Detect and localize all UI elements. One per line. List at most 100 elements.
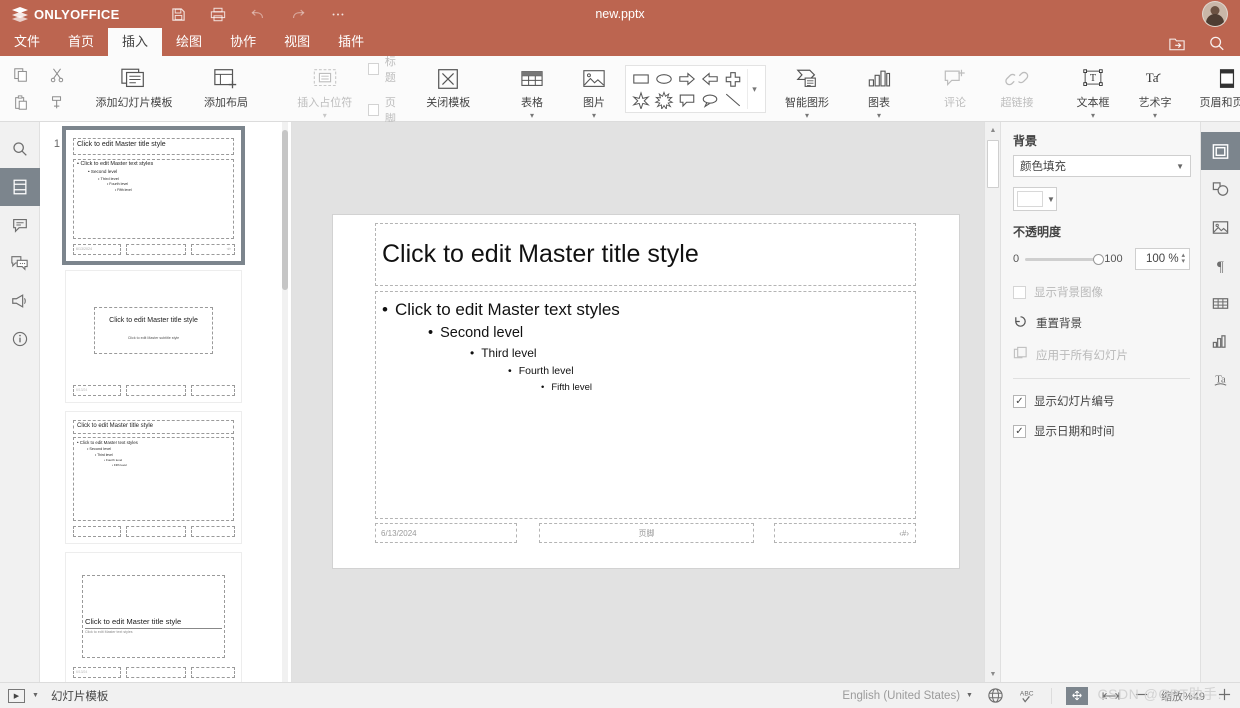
outline-level-2[interactable]: • Second level: [428, 325, 909, 341]
show-date-time-checkbox[interactable]: ✓: [1013, 425, 1026, 438]
slide-canvas[interactable]: Click to edit Master title style • Click…: [292, 122, 1000, 682]
sidebar-item-slides[interactable]: [0, 168, 40, 206]
show-background-image-checkbox[interactable]: [1013, 286, 1026, 299]
add-layout-button[interactable]: 添加布局: [180, 58, 272, 120]
spell-check-icon[interactable]: ABC: [1018, 687, 1037, 704]
right-sidebar-item-table-settings[interactable]: [1201, 284, 1240, 322]
zoom-in-button[interactable]: [1217, 688, 1232, 704]
more-icon[interactable]: [328, 4, 348, 24]
hyperlink-button[interactable]: 超链接: [986, 58, 1048, 120]
start-slideshow-button[interactable]: ▶: [8, 689, 25, 703]
print-icon[interactable]: [208, 4, 228, 24]
sidebar-item-chat[interactable]: [0, 244, 40, 282]
apply-to-all-slides-button[interactable]: 应用于所有幻灯片: [1013, 346, 1190, 364]
outline-level-3[interactable]: • Third level: [470, 346, 909, 360]
footer-center-placeholder[interactable]: 页脚: [539, 523, 754, 543]
open-file-location-icon[interactable]: [1168, 36, 1186, 52]
image-button[interactable]: 图片 ▾: [563, 58, 625, 120]
footer-checkbox-row[interactable]: 页脚: [368, 94, 406, 126]
redo-icon[interactable]: [288, 4, 308, 24]
right-sidebar-item-text-art-settings[interactable]: Ta: [1201, 360, 1240, 398]
thumbnails-scrollbar-thumb[interactable]: [282, 130, 288, 290]
reset-background-button[interactable]: 重置背景: [1013, 314, 1190, 332]
right-sidebar-item-image-settings[interactable]: [1201, 208, 1240, 246]
show-date-time-row[interactable]: ✓ 显示日期和时间: [1013, 423, 1190, 439]
tab-collaboration[interactable]: 协作: [216, 28, 270, 56]
thumbnail-row[interactable]: Click to edit Master title style • Click…: [66, 412, 291, 543]
slide-body-placeholder[interactable]: • Click to edit Master text styles • Sec…: [375, 291, 916, 519]
smartart-button[interactable]: 智能图形 ▾: [766, 58, 848, 120]
opacity-slider-handle[interactable]: [1093, 254, 1104, 265]
thumbnail-row[interactable]: Click to edit Master title style Click t…: [66, 271, 291, 402]
insert-placeholder-button[interactable]: 插入占位符 ▾: [286, 58, 364, 120]
title-checkbox-row[interactable]: 标题: [368, 53, 406, 85]
shapes-gallery[interactable]: ▾: [625, 65, 766, 113]
thumbnail-slide-4[interactable]: Click to edit Master title style Click t…: [66, 553, 241, 682]
table-button[interactable]: 表格 ▾: [501, 58, 563, 120]
thumbnail-slide-2[interactable]: Click to edit Master title style Click t…: [66, 271, 241, 402]
footer-date-placeholder[interactable]: 6/13/2024: [375, 523, 517, 543]
cut-icon[interactable]: [46, 64, 68, 86]
text-box-button[interactable]: T 文本框 ▾: [1062, 58, 1124, 120]
tab-file[interactable]: 文件: [0, 28, 54, 56]
opacity-spinner[interactable]: 100 % ▴▾: [1135, 248, 1190, 270]
outline-level-1[interactable]: • Click to edit Master text styles: [382, 300, 909, 320]
opacity-slider[interactable]: [1025, 258, 1098, 261]
comment-button[interactable]: 评论: [924, 58, 986, 120]
search-icon[interactable]: [1208, 35, 1226, 52]
fit-to-slide-button[interactable]: [1066, 687, 1088, 705]
right-sidebar-item-shape-settings[interactable]: [1201, 170, 1240, 208]
background-color-picker[interactable]: ▼: [1013, 187, 1057, 211]
show-background-image-row[interactable]: 显示背景图像: [1013, 284, 1190, 300]
tab-draw[interactable]: 绘图: [162, 28, 216, 56]
chart-button[interactable]: 图表 ▾: [848, 58, 910, 120]
set-document-language-icon[interactable]: [987, 687, 1004, 704]
thumbnail-slide-3[interactable]: Click to edit Master title style • Click…: [66, 412, 241, 543]
add-slide-master-button[interactable]: 添加幻灯片模板: [88, 58, 180, 120]
tab-insert[interactable]: 插入: [108, 28, 162, 56]
zoom-level-label[interactable]: 缩放%49: [1161, 688, 1205, 704]
sidebar-item-about[interactable]: [0, 320, 40, 358]
footer-slide-number-placeholder[interactable]: ‹#›: [774, 523, 916, 543]
avatar[interactable]: [1202, 1, 1228, 27]
sidebar-item-search[interactable]: [0, 130, 40, 168]
slide-thumbnails-panel[interactable]: 1 Click to edit Master title style • Cli…: [40, 122, 292, 682]
copy-icon[interactable]: [10, 64, 32, 86]
outline-level-4[interactable]: • Fourth level: [508, 365, 909, 377]
zoom-out-button[interactable]: [1134, 688, 1149, 704]
canvas-scrollbar[interactable]: ▲ ▼: [984, 122, 1000, 682]
fit-to-width-button[interactable]: [1102, 689, 1120, 703]
sidebar-item-comments[interactable]: [0, 206, 40, 244]
footer-checkbox[interactable]: [368, 104, 379, 116]
slide-title-placeholder[interactable]: Click to edit Master title style: [375, 223, 916, 286]
scroll-down-arrow-icon[interactable]: ▼: [985, 666, 1000, 682]
title-checkbox[interactable]: [368, 63, 379, 75]
thumbnail-slide-1[interactable]: Click to edit Master title style • Click…: [66, 130, 241, 261]
right-sidebar-item-slide-settings[interactable]: [1201, 132, 1240, 170]
background-fill-type-select[interactable]: 颜色填充 ▼: [1013, 155, 1191, 177]
save-icon[interactable]: [168, 4, 188, 24]
tab-home[interactable]: 首页: [54, 28, 108, 56]
tab-plugins[interactable]: 插件: [324, 28, 378, 56]
right-sidebar-item-chart-settings[interactable]: [1201, 322, 1240, 360]
header-footer-button[interactable]: 页眉和页脚: [1186, 58, 1240, 120]
show-slide-number-checkbox[interactable]: ✓: [1013, 395, 1026, 408]
slide-editor[interactable]: Click to edit Master title style • Click…: [333, 215, 959, 568]
undo-icon[interactable]: [248, 4, 268, 24]
outline-level-5[interactable]: • Fifth level: [541, 382, 909, 393]
language-selector[interactable]: English (United States) ▼: [842, 690, 973, 702]
tab-view[interactable]: 视图: [270, 28, 324, 56]
paste-special-icon[interactable]: [46, 92, 68, 114]
thumbnail-row[interactable]: 1 Click to edit Master title style • Cli…: [40, 130, 291, 261]
slideshow-options-chevron-icon[interactable]: ▼: [32, 692, 39, 699]
shapes-more-chevron-icon[interactable]: ▾: [747, 69, 761, 109]
sidebar-item-feedback[interactable]: [0, 282, 40, 320]
canvas-scrollbar-thumb[interactable]: [987, 140, 999, 188]
close-master-button[interactable]: 关闭模板: [409, 58, 487, 120]
show-slide-number-row[interactable]: ✓ 显示幻灯片编号: [1013, 393, 1190, 409]
right-sidebar-item-paragraph-settings[interactable]: ¶: [1201, 246, 1240, 284]
paste-icon[interactable]: [10, 92, 32, 114]
thumbnail-row[interactable]: Click to edit Master title style Click t…: [66, 553, 291, 682]
spinner-arrows-icon[interactable]: ▴▾: [1181, 253, 1185, 265]
word-art-button[interactable]: Ta 艺术字 ▾: [1124, 58, 1186, 120]
